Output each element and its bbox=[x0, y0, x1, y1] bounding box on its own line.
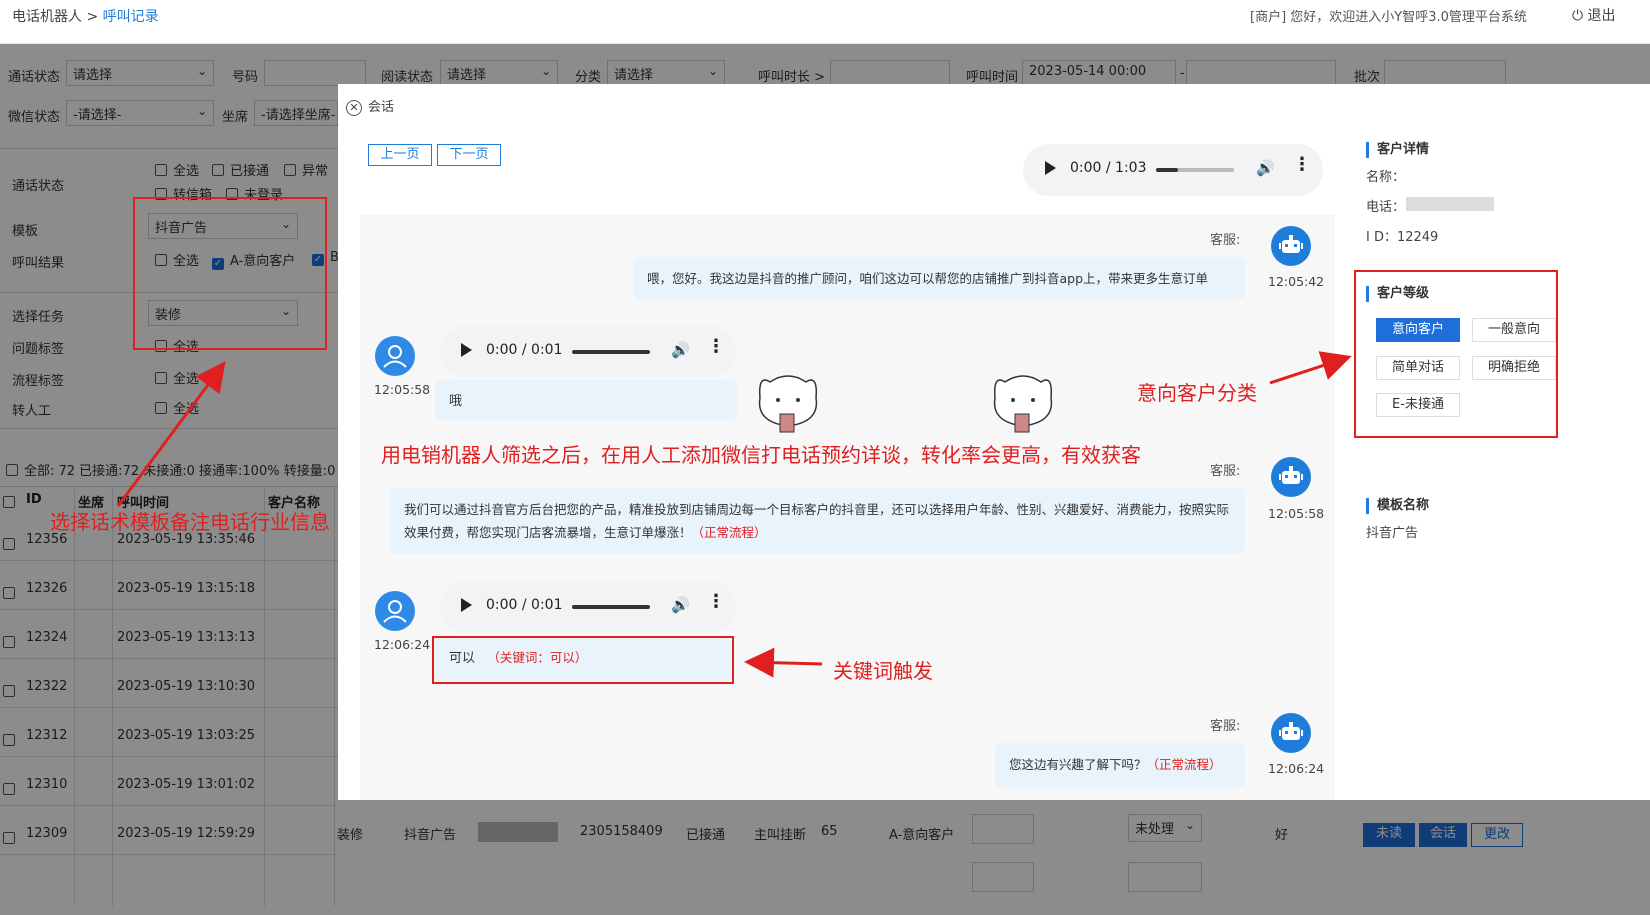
message-time: 12:06:24 bbox=[1268, 761, 1325, 776]
audio-progress-fill bbox=[1156, 168, 1178, 172]
annotation-box-level bbox=[1354, 270, 1558, 438]
flow-tag: （正常流程） bbox=[691, 525, 767, 540]
agent-label: 客服: bbox=[1210, 233, 1241, 248]
agent-message: 您这边有兴趣了解下吗？（正常流程） bbox=[995, 743, 1245, 787]
audio-time: 0:00 / 0:01 bbox=[486, 342, 563, 358]
message-text: 喂，您好。我这边是抖音的推广顾问，咱们这边可以帮您的店铺推广到抖音app上，带来… bbox=[647, 271, 1209, 286]
breadcrumb-separator: > bbox=[86, 9, 99, 25]
annotation-center-note: 用电销机器人筛选之后，在用人工添加微信打电话预约详谈，转化率会更高，有效获客 bbox=[381, 443, 1141, 467]
more-options-icon[interactable]: ⋮ bbox=[707, 593, 725, 611]
welcome-text: [商户] 您好，欢迎进入小Y智呼3.0管理平台系统 bbox=[1250, 10, 1527, 25]
agent-label: 客服: bbox=[1210, 719, 1241, 734]
more-options-icon[interactable]: ⋮ bbox=[1293, 156, 1311, 174]
volume-icon[interactable]: 🔊 bbox=[671, 596, 690, 614]
template-name-value: 抖音广告 bbox=[1366, 526, 1419, 541]
annotation-template-note: 选择话术模板备注电话行业信息 bbox=[50, 510, 330, 534]
logout-label: 退出 bbox=[1587, 8, 1616, 24]
logout-button[interactable]: ⏻ 退出 bbox=[1572, 5, 1616, 25]
cat-sticker-icon bbox=[993, 375, 1053, 433]
more-options-icon[interactable]: ⋮ bbox=[707, 338, 725, 356]
agent-message: 我们可以通过抖音官方后台把您的产品，精准投放到店铺周边每一个目标客户的抖音里，还… bbox=[390, 488, 1245, 554]
user-audio-player[interactable]: 0:00 / 0:01 🔊 ⋮ bbox=[439, 326, 737, 378]
user-icon bbox=[383, 600, 407, 623]
user-avatar bbox=[375, 591, 415, 631]
message-time: 12:06:24 bbox=[374, 637, 431, 652]
breadcrumb-current[interactable]: 呼叫记录 bbox=[103, 9, 159, 25]
template-name-title: 模板名称 bbox=[1366, 498, 1429, 514]
user-icon bbox=[383, 345, 407, 368]
message-text: 您这边有兴趣了解下吗？ bbox=[1009, 757, 1147, 772]
play-icon[interactable] bbox=[461, 343, 472, 357]
next-page-button[interactable]: 下一页 bbox=[437, 144, 501, 166]
play-icon[interactable] bbox=[461, 598, 472, 612]
cat-sticker-icon bbox=[758, 375, 818, 433]
audio-time: 0:00 / 0:01 bbox=[486, 597, 563, 613]
message-time: 12:05:42 bbox=[1268, 274, 1325, 289]
message-text: 哦 bbox=[449, 394, 463, 409]
user-message: 哦 bbox=[435, 380, 737, 420]
volume-icon[interactable]: 🔊 bbox=[671, 341, 690, 359]
message-text: 我们可以通过抖音官方后台把您的产品，精准投放到店铺周边每一个目标客户的抖音里，还… bbox=[404, 502, 1230, 540]
volume-icon[interactable]: 🔊 bbox=[1256, 159, 1275, 177]
robot-icon bbox=[1279, 235, 1303, 253]
audio-time: 0:00 / 1:03 bbox=[1070, 160, 1147, 176]
robot-icon bbox=[1279, 466, 1303, 484]
dialog-title: 会话 bbox=[368, 100, 395, 115]
audio-progress[interactable] bbox=[1156, 168, 1234, 172]
customer-name-label: 名称： bbox=[1366, 170, 1406, 185]
user-audio-player[interactable]: 0:00 / 0:01 🔊 ⋮ bbox=[439, 581, 737, 633]
robot-avatar bbox=[1271, 713, 1311, 753]
annotation-keyword-note: 关键词触发 bbox=[833, 659, 933, 683]
agent-message: 喂，您好。我这边是抖音的推广顾问，咱们这边可以帮您的店铺推广到抖音app上，带来… bbox=[633, 257, 1245, 299]
annotation-box-keyword bbox=[432, 636, 734, 684]
robot-avatar bbox=[1271, 226, 1311, 266]
dialog-title-bar: ✕ 会话 bbox=[346, 96, 394, 116]
breadcrumb-root[interactable]: 电话机器人 bbox=[12, 9, 82, 25]
annotation-level-note: 意向客户分类 bbox=[1137, 381, 1257, 405]
close-icon[interactable]: ✕ bbox=[346, 100, 362, 116]
customer-detail-title: 客户详情 bbox=[1366, 142, 1429, 158]
agent-label: 客服: bbox=[1210, 464, 1241, 479]
prev-page-button[interactable]: 上一页 bbox=[368, 144, 432, 166]
flow-tag: （正常流程） bbox=[1146, 757, 1222, 772]
audio-progress[interactable] bbox=[572, 605, 650, 609]
breadcrumb: 电话机器人 > 呼叫记录 bbox=[12, 6, 159, 26]
audio-progress[interactable] bbox=[572, 350, 650, 354]
main-audio-player[interactable]: 0:00 / 1:03 🔊 ⋮ bbox=[1023, 144, 1323, 196]
robot-avatar bbox=[1271, 457, 1311, 497]
masked-phone bbox=[1406, 197, 1494, 211]
play-icon[interactable] bbox=[1045, 161, 1056, 175]
customer-phone-label: 电话： bbox=[1366, 200, 1406, 215]
message-time: 12:05:58 bbox=[1268, 506, 1325, 521]
message-time: 12:05:58 bbox=[374, 382, 431, 397]
annotation-box-template bbox=[133, 197, 327, 350]
robot-icon bbox=[1279, 722, 1303, 740]
power-icon: ⏻ bbox=[1572, 8, 1584, 24]
top-bar: 电话机器人 > 呼叫记录 [商户] 您好，欢迎进入小Y智呼3.0管理平台系统 ⏻… bbox=[0, 0, 1650, 44]
customer-id: I D：12249 bbox=[1366, 230, 1439, 245]
user-avatar bbox=[375, 336, 415, 376]
